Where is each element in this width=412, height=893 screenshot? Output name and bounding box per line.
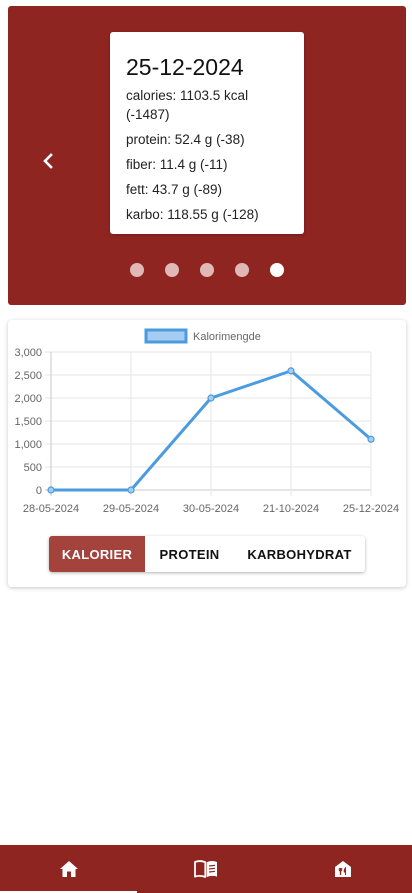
y-tick-label: 1,500 — [14, 416, 42, 428]
bottom-navigation — [0, 845, 412, 893]
y-tick-label: 0 — [36, 485, 42, 497]
data-point — [207, 394, 215, 402]
summary-carousel: 25-12-2024 calories: 1103.5 kcal (-1487)… — [8, 6, 406, 305]
chart-card: 0 500 1,000 1,500 2,000 2,500 3,000 28-05-2024 2… — [8, 320, 406, 587]
calorie-line-chart: 0 500 1,000 1,500 2,000 2,500 3,000 28-05-2024 2… — [14, 328, 399, 515]
carousel-dot-4[interactable] — [235, 263, 249, 277]
restaurant-icon — [335, 861, 352, 877]
kalorier-button[interactable]: KALORIER — [49, 536, 145, 572]
nutrient-karbo: karbo: 118.55 g (-128) — [126, 207, 259, 222]
x-tick-label: 21-10-2024 — [263, 503, 319, 515]
nutrient-protein: protein: 52.4 g (-38) — [126, 132, 245, 147]
x-tick-label: 29-05-2024 — [103, 503, 159, 515]
x-tick-label: 30-05-2024 — [183, 503, 239, 515]
karbohydrat-button[interactable]: KARBOHYDRAT — [234, 536, 365, 572]
data-point — [127, 486, 135, 494]
carousel-dot-5[interactable] — [270, 263, 284, 277]
data-point — [47, 486, 55, 494]
legend-swatch — [144, 328, 188, 344]
y-tick-label: 500 — [24, 462, 42, 474]
home-icon — [59, 861, 78, 877]
y-tick-label: 2,000 — [14, 393, 42, 405]
carousel-indicators — [8, 263, 406, 277]
nav-meals[interactable] — [275, 845, 412, 893]
carousel-dot-1[interactable] — [130, 263, 144, 277]
y-tick-label: 1,000 — [14, 439, 42, 451]
data-point — [287, 367, 295, 375]
x-tick-label: 25-12-2024 — [343, 503, 399, 515]
nutrient-fiber: fiber: 11.4 g (-11) — [126, 157, 228, 172]
legend-label: Kalorimengde — [193, 331, 261, 343]
y-tick-label: 3,000 — [14, 347, 42, 359]
data-point — [367, 435, 375, 443]
metric-toggle-group: KALORIER PROTEIN KARBOHYDRAT — [49, 536, 365, 572]
carousel-dot-3[interactable] — [200, 263, 214, 277]
summary-date: 25-12-2024 — [126, 54, 244, 80]
nutrient-calories: calories: 1103.5 kcal (-1487) — [126, 88, 249, 122]
protein-button[interactable]: PROTEIN — [145, 536, 234, 572]
carousel-dot-2[interactable] — [165, 263, 179, 277]
nutrient-fett: fett: 43.7 g (-89) — [126, 182, 223, 197]
x-tick-label: 28-05-2024 — [23, 503, 79, 515]
nav-recipes[interactable] — [137, 845, 274, 893]
chevron-left-icon — [43, 153, 53, 169]
book-icon — [194, 860, 217, 878]
daily-summary-card: 25-12-2024 calories: 1103.5 kcal (-1487)… — [110, 32, 304, 234]
y-tick-label: 2,500 — [14, 370, 42, 382]
carousel-prev-button[interactable] — [28, 144, 68, 178]
nav-home[interactable] — [0, 845, 138, 893]
